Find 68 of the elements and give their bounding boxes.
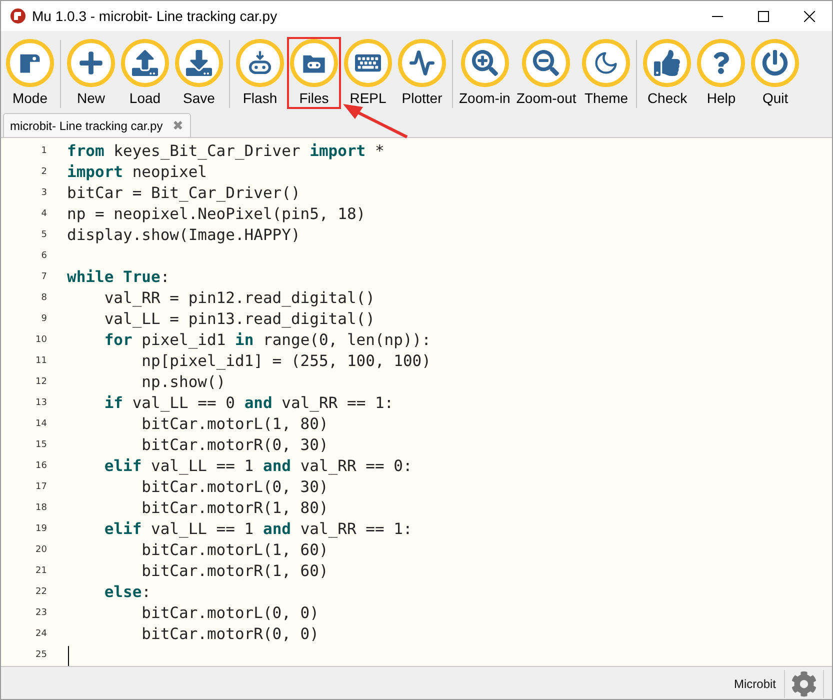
window-title: Mu 1.0.3 - microbit- Line tracking car.py (32, 6, 278, 26)
file-tab[interactable]: microbit- Line tracking car.py ✖ (3, 113, 191, 137)
line-number: 9 (40, 312, 48, 326)
line-number: 13 (34, 396, 48, 410)
line-number: 2 (40, 166, 48, 179)
line-number: 8 (40, 292, 48, 305)
toolbar-button[interactable]: Zoom-out (513, 37, 580, 109)
code-line: np = neopixel.NeoPixel(pin5, 18) (67, 204, 366, 225)
maximize-icon (758, 10, 768, 22)
code-line: bitCar.motorL(0, 0) (140, 602, 319, 624)
line-number: 23 (34, 606, 48, 620)
line-number: 10 (34, 334, 48, 347)
code-line: import neopixel (67, 162, 207, 183)
flash-icon (247, 50, 273, 76)
code-line: else: (103, 582, 151, 603)
code-line: bitCar.motorR(0, 30) (140, 434, 328, 456)
code-line: val_LL = pin13.read_digital() (103, 308, 375, 330)
line-number: 24 (34, 628, 48, 641)
line-number: 14 (34, 418, 48, 431)
code-line: np.show() (140, 372, 226, 393)
line-number: 12 (34, 376, 48, 389)
code-line: while True: (67, 266, 170, 288)
zoom-in-icon (472, 50, 498, 76)
power-icon (762, 50, 788, 76)
line-number: 1 (40, 144, 48, 158)
line-number: 25 (34, 648, 48, 662)
code-line: bitCar.motorR(1, 80) (140, 498, 328, 519)
app-logo-icon (10, 8, 26, 24)
pulse-icon (409, 50, 435, 76)
code-line: bitCar.motorL(1, 80) (140, 414, 328, 435)
code-line: bitCar = Bit_Car_Driver() (67, 182, 300, 204)
line-number: 17 (34, 480, 48, 494)
code-line: bitCar.motorL(0, 30) (140, 476, 328, 498)
line-number: 7 (40, 270, 48, 284)
code-line: bitCar.motorL(1, 60) (140, 540, 328, 561)
code-line: elif val_LL == 1 and val_RR == 0: (103, 456, 412, 477)
code-line: elif val_LL == 1 and val_RR == 1: (103, 518, 412, 540)
line-number: 21 (34, 564, 48, 578)
code-line: np[pixel_id1] = (255, 100, 100) (140, 350, 431, 372)
line-number: 18 (34, 502, 48, 515)
code-line: from keyes_Bit_Car_Driver import* (67, 140, 384, 162)
close-icon (804, 10, 814, 22)
plus-icon (78, 50, 104, 76)
upload-icon (132, 50, 158, 76)
line-number: 4 (40, 208, 48, 221)
code-line: for pixel_id1 in range(0, len(np)): (103, 330, 431, 351)
settings-icon[interactable] (791, 671, 817, 697)
line-number: 20 (34, 544, 48, 557)
zoom-out-icon (533, 50, 560, 76)
code-line: if val_LL == 0 and val_RR == 1: (103, 392, 394, 414)
code-line: bitCar.motorR(0, 0) (140, 624, 319, 645)
thumbs-up-icon (654, 50, 680, 76)
line-number: 19 (34, 522, 48, 536)
download-icon (186, 50, 212, 76)
line-number: 6 (40, 250, 48, 263)
moon-icon (593, 50, 620, 76)
code-line: display.show(Image.HAPPY) (67, 224, 300, 246)
line-number: 11 (34, 354, 48, 368)
line-number: 5 (40, 228, 48, 242)
code-line: val_RR = pin12.read_digital() (103, 288, 375, 309)
mode-label: Microbit (734, 676, 777, 693)
line-number: 3 (40, 186, 48, 200)
line-number: 16 (34, 460, 48, 473)
toolbar-button[interactable]: Files (287, 37, 341, 109)
code-line: bitCar.motorR(1, 60) (140, 560, 328, 582)
line-number: 22 (34, 586, 48, 599)
code-editor[interactable] (1, 137, 832, 666)
line-number: 15 (34, 438, 48, 452)
